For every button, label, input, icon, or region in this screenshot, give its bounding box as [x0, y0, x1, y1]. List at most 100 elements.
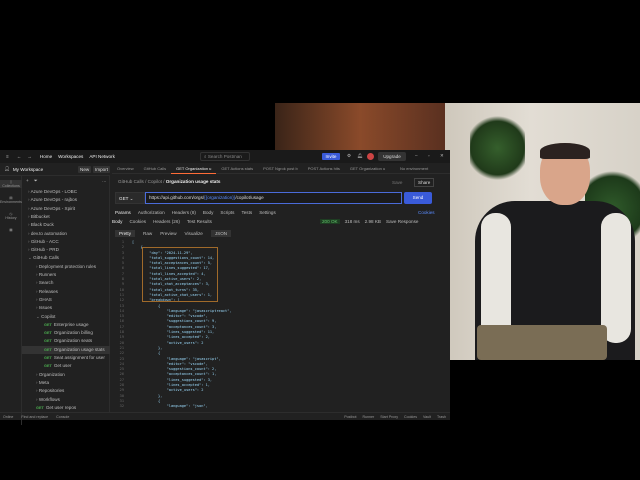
breadcrumb-folder[interactable]: Copilot — [148, 179, 162, 184]
url-variable: {{organization}} — [204, 195, 236, 200]
new-button[interactable]: New — [78, 166, 92, 173]
tab[interactable]: GET Organization u — [171, 163, 217, 174]
rail-collections[interactable]: ▯ Collections — [0, 180, 22, 188]
method-select[interactable]: GET ⌄ — [115, 192, 145, 204]
view-tab[interactable]: Raw — [143, 231, 152, 236]
status-left-item[interactable]: Find and replace — [21, 415, 48, 419]
invite-button[interactable]: Invite — [322, 153, 340, 160]
upgrade-button[interactable]: Upgrade — [378, 152, 406, 161]
workspace-name[interactable]: My Workspace — [13, 167, 43, 172]
tree-item-label: Organization usage stats — [53, 346, 105, 352]
nav-api-network[interactable]: API Network — [89, 154, 115, 159]
maximize-icon[interactable]: ▫ — [428, 153, 430, 158]
view-tab[interactable]: Preview — [160, 231, 176, 236]
close-icon[interactable]: ✕ — [440, 153, 444, 159]
resp-tab[interactable]: Headers (26) — [153, 219, 180, 224]
tree-item[interactable]: GET Seat assignment for user — [22, 354, 110, 362]
req-tab[interactable]: Body — [203, 210, 213, 215]
req-tab[interactable]: Tests — [241, 210, 252, 215]
tree-item[interactable]: › dev.to automation — [22, 230, 110, 238]
filter-icon[interactable]: ⏷ — [34, 178, 38, 183]
tree-item[interactable]: › Deployment protection rules — [22, 263, 110, 271]
status-right-item[interactable]: Runner — [362, 415, 374, 419]
tree-item[interactable]: › Black Duck — [22, 221, 110, 229]
send-button[interactable]: Send — [404, 192, 432, 204]
tree-item[interactable]: › Azure DevOps - LOBC — [22, 188, 110, 196]
tree-item[interactable]: › GitHub - PRD — [22, 246, 110, 254]
search-input[interactable]: ⌕ Search Postman — [200, 152, 250, 161]
save-button[interactable]: Save — [392, 180, 402, 185]
rail-environments[interactable]: ▤ Environments — [0, 196, 22, 204]
avatar[interactable] — [367, 153, 374, 160]
response-body[interactable]: 1[2 {3 "day": "2024-11-29", 4 "total_sugg… — [112, 240, 442, 410]
tree-item[interactable]: › GitHub - ACC — [22, 238, 110, 246]
environment-select[interactable]: No environment — [400, 166, 428, 171]
format-select[interactable]: JSON — [210, 230, 232, 237]
tree-item[interactable]: › Repositories — [22, 387, 110, 395]
tree-item[interactable]: › Workflows — [22, 396, 110, 404]
more-icon[interactable]: … — [102, 178, 107, 183]
minimize-icon[interactable]: – — [415, 153, 418, 158]
resp-tab[interactable]: Test Results — [187, 219, 212, 224]
add-icon[interactable]: + — [26, 178, 29, 183]
tree-item[interactable]: GET Get user repos — [22, 404, 110, 412]
status-right-item[interactable]: Cookies — [404, 415, 417, 419]
req-tab[interactable]: Authorization — [138, 210, 165, 215]
tree-item[interactable]: › Meta — [22, 379, 110, 387]
req-tab[interactable]: Settings — [259, 210, 276, 215]
method-badge: GET — [44, 356, 52, 360]
bell-icon[interactable]: 🔔︎ — [357, 153, 363, 159]
status-left-item[interactable]: Console — [56, 415, 69, 419]
tree-item[interactable]: GET Get user — [22, 362, 110, 370]
rail-history[interactable]: ◷ History — [0, 212, 22, 220]
back-icon[interactable]: ← — [17, 154, 22, 159]
tree-item[interactable]: › Organization — [22, 371, 110, 379]
tree-item[interactable]: › Runners — [22, 271, 110, 279]
tab[interactable]: GET Organization u — [345, 163, 390, 174]
tree-item[interactable]: › GHAS — [22, 296, 110, 304]
status-right-item[interactable]: Vault — [423, 415, 431, 419]
view-tab[interactable]: Visualize — [185, 231, 203, 236]
req-tab[interactable]: Headers (8) — [172, 210, 196, 215]
tab[interactable]: Overview — [112, 163, 139, 174]
tree-item[interactable]: › Bitbucket — [22, 213, 110, 221]
tree-item[interactable]: GET Organization billing — [22, 329, 110, 337]
nav-home[interactable]: Home — [40, 154, 52, 159]
status-right-item[interactable]: Postbot — [344, 415, 356, 419]
tab[interactable]: GitHub Calls — [139, 163, 171, 174]
resp-tab[interactable]: Body — [112, 219, 122, 224]
nav-workspaces[interactable]: Workspaces — [58, 154, 83, 159]
settings-icon[interactable]: ⚙ — [347, 153, 351, 159]
req-tab[interactable]: Scripts — [220, 210, 234, 215]
tree-item[interactable]: ⌄ GitHub Calls — [22, 254, 110, 262]
tree-item[interactable]: › Azure DevOps - Xpirit — [22, 205, 110, 213]
tree-item[interactable]: GET Organization seats — [22, 337, 110, 345]
import-button[interactable]: Import — [93, 166, 111, 173]
breadcrumb-collection[interactable]: GitHub Calls — [118, 179, 144, 184]
req-tab[interactable]: Params — [115, 210, 131, 215]
tree-item[interactable]: › Search — [22, 279, 110, 287]
rail-flows[interactable]: ▦ — [0, 228, 22, 232]
tree-item[interactable]: › Azure DevOps - rajbos — [22, 196, 110, 204]
status-right-item[interactable]: Start Proxy — [380, 415, 398, 419]
tree-item-label: GitHub - ACC — [30, 238, 59, 244]
tab[interactable]: GET Actions stats — [216, 163, 258, 174]
status-bar: Online Find and replace Console Postbot Runn… — [0, 412, 450, 420]
tree-item[interactable]: ⌄ Copilot — [22, 313, 110, 321]
tree-item[interactable]: › Releases — [22, 288, 110, 296]
status-left-item[interactable]: Online — [3, 415, 13, 419]
status-right-item[interactable]: Trash — [437, 415, 446, 419]
tab[interactable]: POST Actions hits — [303, 163, 345, 174]
forward-icon[interactable]: → — [27, 154, 32, 159]
tree-item[interactable]: GET Organization usage stats — [22, 345, 110, 354]
resp-tab[interactable]: Cookies — [129, 219, 146, 224]
tree-item[interactable]: › Issues — [22, 304, 110, 312]
save-response-button[interactable]: Save Response — [386, 219, 418, 224]
view-tab[interactable]: Pretty — [115, 230, 135, 237]
cookies-link[interactable]: Cookies — [418, 210, 435, 215]
tab[interactable]: POST Ngrok post b — [258, 163, 303, 174]
url-input[interactable]: https://api.github.com/orgs/{{organizati… — [145, 192, 402, 204]
tree-item[interactable]: GET Enterprise usage — [22, 321, 110, 329]
share-button[interactable]: Share — [414, 178, 435, 187]
menu-icon[interactable]: ≡ — [6, 154, 9, 159]
